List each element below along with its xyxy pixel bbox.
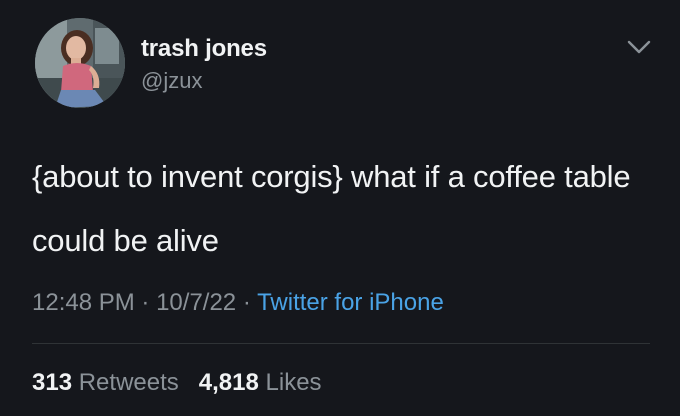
tweet-source-link[interactable]: Twitter for iPhone <box>257 289 444 316</box>
meta-separator: · <box>141 289 150 316</box>
engagement-stats: 313 Retweets 4,818 Likes <box>32 369 322 397</box>
tweet-time[interactable]: 12:48 PM <box>32 289 135 316</box>
meta-separator: · <box>242 289 251 316</box>
likes-label: Likes <box>265 369 322 396</box>
likes-count: 4,818 <box>198 369 259 396</box>
username-handle[interactable]: @jzux <box>141 68 202 94</box>
tweet-date[interactable]: 10/7/22 <box>156 289 236 316</box>
display-name[interactable]: trash jones <box>141 35 267 63</box>
retweets-stat[interactable]: 313 Retweets <box>32 369 179 396</box>
retweets-count: 313 <box>32 369 73 396</box>
retweets-label: Retweets <box>78 369 179 396</box>
tweet-metadata: 12:48 PM · 10/7/22 · Twitter for iPhone <box>32 289 444 317</box>
tweet-card: trash jones @jzux {about to invent corgi… <box>0 0 680 416</box>
avatar[interactable] <box>35 18 125 108</box>
avatar-photo <box>35 18 125 108</box>
likes-stat[interactable]: 4,818 Likes <box>199 369 322 396</box>
tweet-text: {about to invent corgis} what if a coffe… <box>32 159 631 258</box>
divider <box>32 343 650 344</box>
chevron-down-icon[interactable] <box>624 34 654 60</box>
